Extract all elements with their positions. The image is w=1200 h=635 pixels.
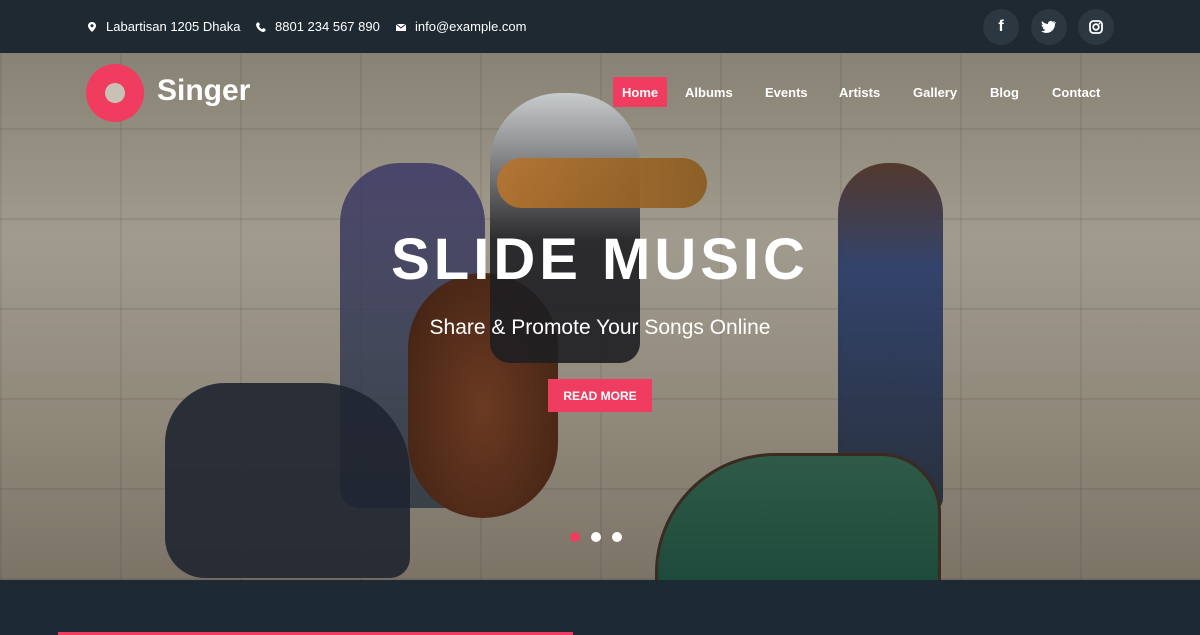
nav-gallery[interactable]: Gallery [913, 77, 957, 107]
phone-icon [255, 21, 267, 33]
address-text: Labartisan 1205 Dhaka [106, 19, 241, 34]
email-item: info@example.com [395, 0, 526, 53]
phone-item: 8801 234 567 890 [255, 0, 380, 53]
nav-blog[interactable]: Blog [990, 77, 1019, 107]
brand-name[interactable]: Singer [157, 74, 250, 108]
slide-dot-3[interactable] [612, 532, 622, 542]
hero-title: SLIDE MUSIC [391, 227, 809, 292]
facebook-icon[interactable]: f [983, 9, 1019, 45]
twitter-icon[interactable] [1031, 9, 1067, 45]
read-more-button[interactable]: READ MORE [548, 379, 652, 412]
slide-dot-2[interactable] [591, 532, 601, 542]
nav-albums[interactable]: Albums [685, 77, 733, 107]
location-pin-icon [86, 21, 98, 33]
nav-artists[interactable]: Artists [839, 77, 880, 107]
guitar [497, 158, 707, 208]
bag [165, 383, 410, 578]
guitar-case [655, 453, 941, 580]
instagram-icon[interactable] [1078, 9, 1114, 45]
nav-events[interactable]: Events [765, 77, 808, 107]
brand-logo[interactable] [86, 64, 144, 122]
next-section [0, 580, 1200, 635]
phone-text: 8801 234 567 890 [275, 19, 380, 34]
address-item: Labartisan 1205 Dhaka [86, 0, 240, 53]
nav-home[interactable]: Home [613, 77, 668, 107]
slide-dot-1[interactable] [570, 532, 580, 542]
nav-contact[interactable]: Contact [1052, 77, 1100, 107]
email-text: info@example.com [415, 19, 527, 34]
envelope-icon [395, 21, 407, 33]
hero-subtitle: Share & Promote Your Songs Online [429, 316, 771, 339]
